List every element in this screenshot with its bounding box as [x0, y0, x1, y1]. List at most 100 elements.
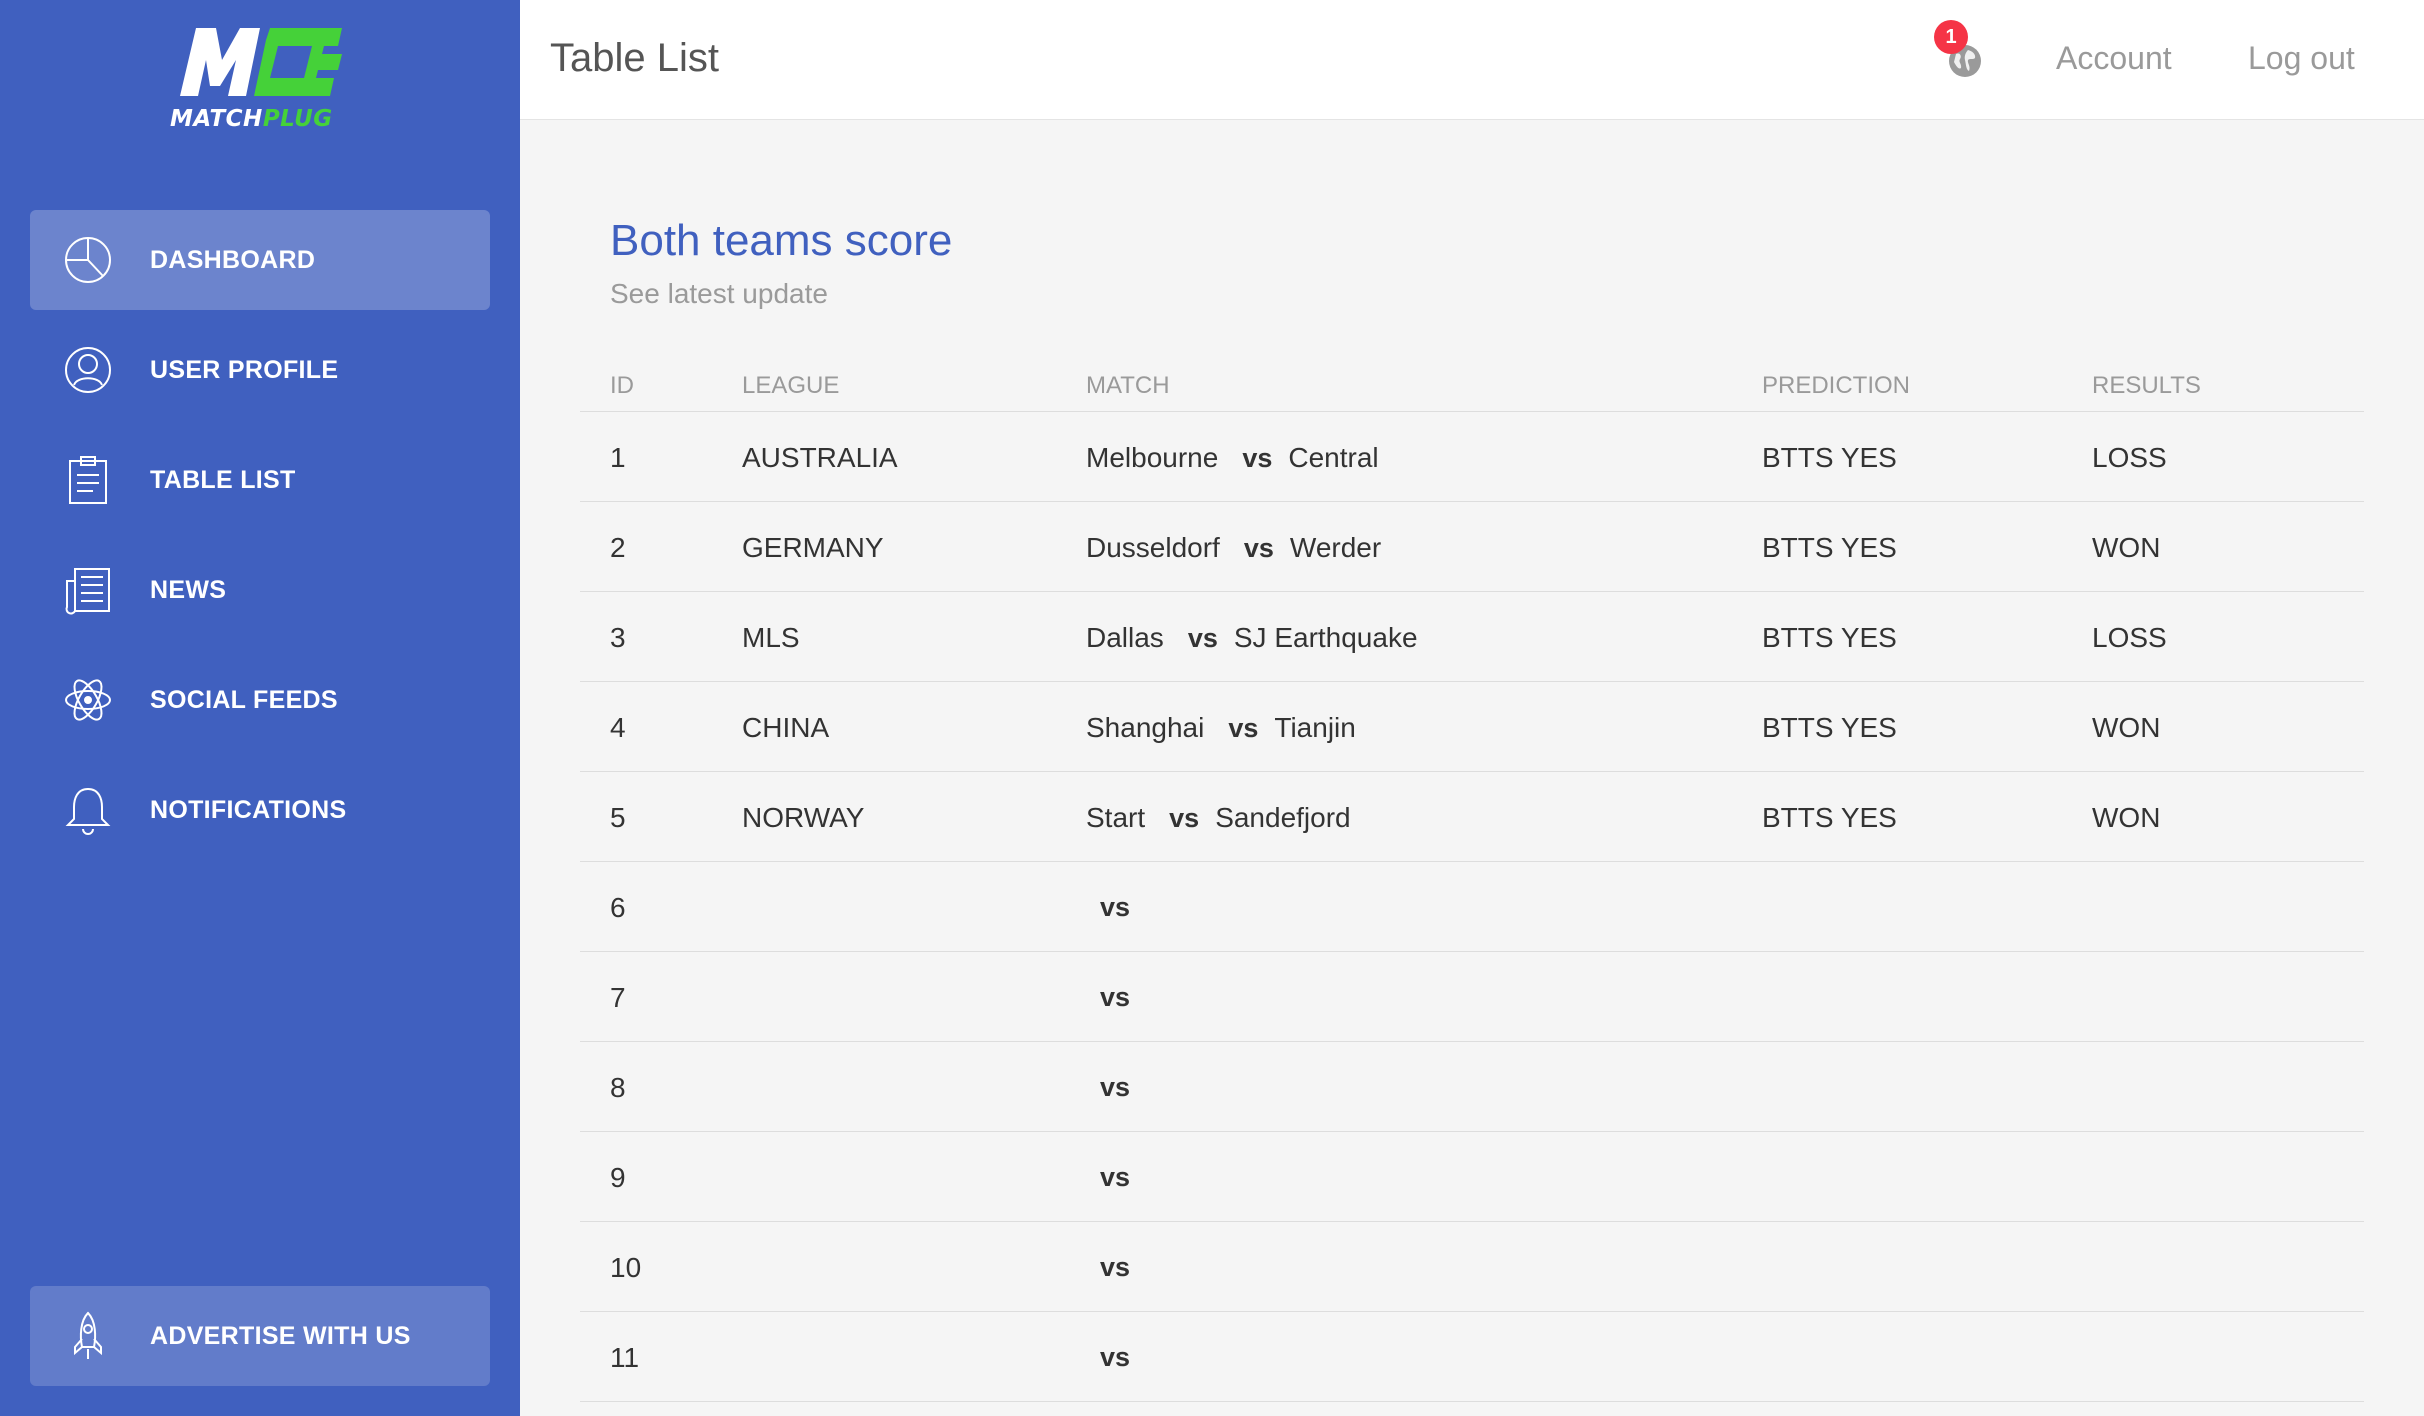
- cell-id: 11: [610, 1342, 640, 1373]
- card-subtitle: See latest update: [610, 278, 828, 309]
- sidebar-item-label: NOTIFICATIONS: [150, 795, 347, 824]
- card-title: Both teams score: [610, 216, 953, 265]
- sidebar-item-label: TABLE LIST: [150, 465, 296, 494]
- matchplug-logo-icon: [180, 28, 342, 96]
- sidebar-item-label: NEWS: [150, 575, 227, 604]
- table-row: 4 CHINA Shanghai vs Tianjin BTTS YES WON: [580, 682, 2364, 772]
- cell-result: WON: [2092, 532, 2161, 563]
- cell-match: vs: [1086, 1252, 1146, 1283]
- vs-label: vs: [1243, 533, 1274, 563]
- rocket-icon: [62, 1310, 114, 1362]
- advertise-button[interactable]: ADVERTISE WITH US: [30, 1286, 490, 1386]
- sidebar-item-notifications[interactable]: NOTIFICATIONS: [30, 760, 490, 860]
- logout-link[interactable]: Log out: [2248, 40, 2355, 77]
- cell-id: 8: [610, 1072, 626, 1103]
- table-row: 3 MLS Dallas vs SJ Earthquake BTTS YES L…: [580, 592, 2364, 682]
- table-row: 1 AUSTRALIA Melbourne vs Central BTTS YE…: [580, 412, 2364, 502]
- cell-id: 9: [610, 1162, 626, 1193]
- cell-league: AUSTRALIA: [742, 442, 898, 473]
- brand-logo[interactable]: MATCHPLUG: [166, 26, 354, 136]
- top-navbar: Table List 1 Account Log out: [520, 0, 2424, 120]
- cell-result: LOSS: [2092, 442, 2167, 473]
- advertise-label: ADVERTISE WITH US: [150, 1321, 411, 1350]
- sidebar-item-label: USER PROFILE: [150, 355, 339, 384]
- cell-id: 6: [610, 892, 626, 923]
- sidebar-item-user-profile[interactable]: USER PROFILE: [30, 320, 490, 420]
- cell-prediction: BTTS YES: [1762, 802, 1897, 833]
- home-team: Melbourne: [1086, 442, 1219, 473]
- predictions-table: ID LEAGUE MATCH PREDICTION RESULTS 1 AUS…: [580, 356, 2364, 1402]
- home-team: Start: [1086, 802, 1146, 833]
- cell-result: LOSS: [2092, 622, 2167, 653]
- column-header-match: MATCH: [1086, 372, 1170, 399]
- cell-match: vs: [1086, 982, 1146, 1013]
- sidebar-item-social-feeds[interactable]: SOCIAL FEEDS: [30, 650, 490, 750]
- cell-id: 4: [610, 712, 626, 743]
- cell-prediction: BTTS YES: [1762, 442, 1897, 473]
- user-icon: [62, 344, 114, 396]
- column-header-league: LEAGUE: [742, 372, 840, 399]
- sidebar-nav: DASHBOARD USER PROFILE TABLE LIST NEWS S…: [30, 210, 490, 870]
- cell-match: vs: [1086, 1162, 1146, 1193]
- cell-result: WON: [2092, 712, 2161, 743]
- away-team: SJ Earthquake: [1233, 622, 1418, 653]
- cell-prediction: BTTS YES: [1762, 622, 1897, 653]
- sidebar-item-news[interactable]: NEWS: [30, 540, 490, 640]
- away-team: Tianjin: [1274, 712, 1356, 743]
- page-title: Table List: [550, 36, 719, 80]
- cell-prediction: BTTS YES: [1762, 532, 1897, 563]
- home-team: Shanghai: [1086, 712, 1205, 743]
- cell-match: vs: [1086, 1072, 1146, 1103]
- cell-match: Dallas vs SJ Earthquake: [1086, 622, 1418, 654]
- cell-match: vs: [1086, 892, 1146, 923]
- cell-id: 10: [610, 1252, 642, 1283]
- table-row: 10 vs: [580, 1222, 2364, 1312]
- cell-league: NORWAY: [742, 802, 865, 833]
- vs-label: vs: [1100, 1072, 1131, 1102]
- clipboard-icon: [62, 454, 114, 506]
- away-team: Werder: [1289, 532, 1382, 563]
- cell-id: 5: [610, 802, 626, 833]
- cell-id: 2: [610, 532, 626, 563]
- newspaper-icon: [62, 564, 114, 616]
- table-row: 11 vs: [580, 1312, 2364, 1402]
- sidebar: MATCHPLUG DASHBOARD USER PROFILE TABLE L…: [0, 0, 520, 1416]
- cell-id: 7: [610, 982, 626, 1013]
- atom-icon: [62, 674, 114, 726]
- table-row: 9 vs: [580, 1132, 2364, 1222]
- table-row: 6 vs: [580, 862, 2364, 952]
- cell-match: Shanghai vs Tianjin: [1086, 712, 1356, 744]
- table-row: 8 vs: [580, 1042, 2364, 1132]
- vs-label: vs: [1100, 1342, 1131, 1372]
- column-header-prediction: PREDICTION: [1762, 372, 1911, 399]
- cell-league: GERMANY: [742, 532, 884, 563]
- sidebar-item-dashboard[interactable]: DASHBOARD: [30, 210, 490, 310]
- vs-label: vs: [1242, 443, 1273, 473]
- cell-match: Start vs Sandefjord: [1086, 802, 1351, 834]
- brand-name: MATCHPLUG: [170, 106, 333, 132]
- cell-match: Dusseldorf vs Werder: [1086, 532, 1381, 564]
- table-row: 2 GERMANY Dusseldorf vs Werder BTTS YES …: [580, 502, 2364, 592]
- column-header-results: RESULTS: [2092, 372, 2201, 399]
- sidebar-item-label: SOCIAL FEEDS: [150, 685, 338, 714]
- cell-result: WON: [2092, 802, 2161, 833]
- notification-badge: 1: [1934, 20, 1968, 54]
- vs-label: vs: [1100, 982, 1131, 1012]
- vs-label: vs: [1228, 713, 1259, 743]
- sidebar-item-table-list[interactable]: TABLE LIST: [30, 430, 490, 530]
- table-row: 5 NORWAY Start vs Sandefjord BTTS YES WO…: [580, 772, 2364, 862]
- vs-label: vs: [1187, 623, 1218, 653]
- cell-league: MLS: [742, 622, 800, 653]
- cell-id: 3: [610, 622, 626, 653]
- cell-match: Melbourne vs Central: [1086, 442, 1379, 474]
- vs-label: vs: [1169, 803, 1200, 833]
- cell-id: 1: [610, 442, 626, 473]
- away-team: Central: [1288, 442, 1379, 473]
- home-team: Dallas: [1086, 622, 1164, 653]
- table-header: ID LEAGUE MATCH PREDICTION RESULTS: [580, 356, 2364, 412]
- vs-label: vs: [1100, 1162, 1131, 1192]
- table-row: 7 vs: [580, 952, 2364, 1042]
- bell-icon: [62, 784, 114, 836]
- home-team: Dusseldorf: [1086, 532, 1220, 563]
- account-link[interactable]: Account: [2056, 40, 2172, 77]
